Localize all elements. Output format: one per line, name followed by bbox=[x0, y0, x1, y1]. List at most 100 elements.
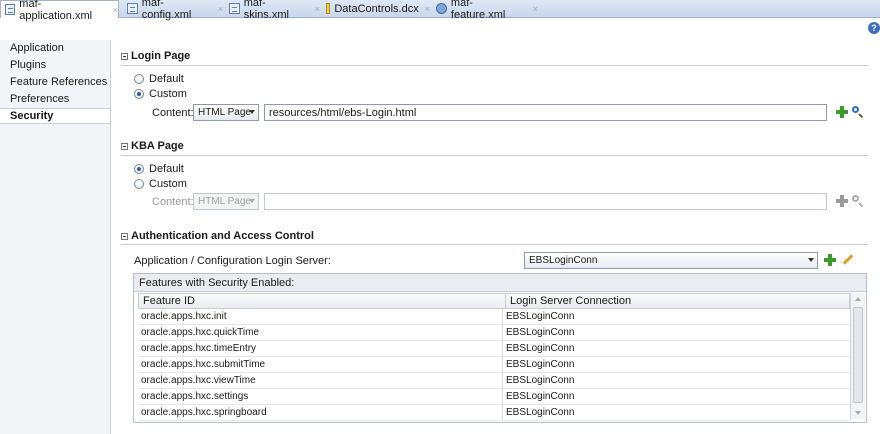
add-icon[interactable] bbox=[836, 195, 848, 207]
tab-maf-application[interactable]: maf-application.xml × bbox=[0, 0, 119, 22]
sidebar: Application Plugins Feature References P… bbox=[0, 40, 111, 434]
login-content-input[interactable]: resources/html/ebs-Login.html bbox=[264, 104, 827, 121]
editor-tab-bar: maf-application.xml × maf-config.xml × m… bbox=[0, 0, 880, 22]
radio-label: Custom bbox=[149, 88, 187, 100]
close-icon[interactable]: × bbox=[425, 4, 430, 14]
xml-file-icon bbox=[127, 3, 138, 14]
table-row[interactable]: oracle.apps.hxc.submitTime EBSLoginConn bbox=[138, 357, 850, 373]
kba-page-header[interactable]: KBA Page bbox=[121, 140, 184, 152]
sidebar-item-plugins[interactable]: Plugins bbox=[10, 59, 46, 71]
data-controls-icon bbox=[326, 3, 331, 14]
add-icon[interactable] bbox=[824, 254, 836, 266]
tab-maf-feature[interactable]: maf-feature.xml × bbox=[432, 0, 538, 21]
sidebar-item-preferences[interactable]: Preferences bbox=[10, 93, 69, 105]
tab-label: maf-feature.xml bbox=[450, 0, 506, 21]
login-content-type-select[interactable]: HTML Page bbox=[193, 104, 259, 121]
xml-file-icon bbox=[229, 3, 240, 14]
sidebar-item-application[interactable]: Application bbox=[10, 42, 64, 54]
cell-login-server: EBSLoginConn bbox=[502, 389, 850, 404]
cell-login-server: EBSLoginConn bbox=[502, 309, 850, 324]
collapse-icon[interactable] bbox=[121, 232, 128, 240]
column-header-login-server[interactable]: Login Server Connection bbox=[505, 294, 849, 308]
add-icon[interactable] bbox=[836, 106, 848, 118]
kba-content-type-select[interactable]: HTML Page bbox=[193, 193, 259, 210]
cell-login-server: EBSLoginConn bbox=[502, 325, 850, 340]
table-scrollbar[interactable] bbox=[850, 293, 865, 419]
cell-feature-id: oracle.apps.hxc.settings bbox=[141, 391, 249, 402]
cell-feature-id: oracle.apps.hxc.init bbox=[141, 311, 227, 322]
help-icon[interactable]: ? bbox=[868, 22, 880, 34]
kba-content-input[interactable] bbox=[264, 193, 827, 210]
radio-icon bbox=[134, 179, 144, 189]
login-server-select[interactable]: EBSLoginConn bbox=[524, 252, 818, 269]
scroll-up-icon[interactable] bbox=[855, 297, 861, 301]
section-title: Login Page bbox=[131, 50, 191, 62]
table-row[interactable]: oracle.apps.hxc.settings EBSLoginConn bbox=[138, 389, 850, 405]
cell-feature-id: oracle.apps.hxc.submitTime bbox=[141, 359, 266, 370]
chevron-down-icon bbox=[249, 199, 255, 203]
sidebar-item-security[interactable]: Security bbox=[0, 108, 110, 124]
table-row[interactable]: oracle.apps.hxc.springboard EBSLoginConn bbox=[138, 405, 850, 421]
edit-icon[interactable] bbox=[841, 253, 853, 265]
divider bbox=[121, 244, 868, 245]
kba-content-label: Content: bbox=[152, 196, 194, 208]
radio-icon bbox=[134, 164, 144, 174]
cell-feature-id: oracle.apps.hxc.quickTime bbox=[141, 327, 260, 338]
close-icon[interactable]: × bbox=[113, 5, 118, 15]
cell-login-server: EBSLoginConn bbox=[502, 341, 850, 356]
cell-login-server: EBSLoginConn bbox=[502, 373, 850, 388]
radio-icon bbox=[134, 74, 144, 84]
column-header-feature-id[interactable]: Feature ID bbox=[139, 294, 505, 308]
radio-label: Custom bbox=[149, 178, 187, 190]
scroll-thumb[interactable] bbox=[853, 307, 863, 403]
table-header: Feature ID Login Server Connection bbox=[138, 293, 850, 309]
login-default-radio[interactable]: Default bbox=[134, 73, 184, 85]
search-icon[interactable] bbox=[852, 106, 864, 118]
close-icon[interactable]: × bbox=[315, 4, 320, 14]
kba-default-radio[interactable]: Default bbox=[134, 163, 184, 175]
login-custom-radio[interactable]: Custom bbox=[134, 88, 187, 100]
radio-label: Default bbox=[149, 73, 184, 85]
close-icon[interactable]: × bbox=[533, 4, 538, 14]
close-icon[interactable]: × bbox=[218, 4, 223, 14]
kba-custom-radio[interactable]: Custom bbox=[134, 178, 187, 190]
section-title: KBA Page bbox=[131, 140, 184, 152]
cell-feature-id: oracle.apps.hxc.timeEntry bbox=[141, 343, 257, 354]
xml-file-icon bbox=[5, 4, 16, 15]
select-value: EBSLoginConn bbox=[529, 255, 598, 266]
table-row[interactable]: oracle.apps.hxc.timeEntry EBSLoginConn bbox=[138, 341, 850, 357]
divider bbox=[121, 65, 868, 66]
search-icon[interactable] bbox=[852, 195, 864, 207]
radio-label: Default bbox=[149, 163, 184, 175]
cell-login-server: EBSLoginConn bbox=[502, 405, 850, 420]
table-row[interactable]: oracle.apps.hxc.quickTime EBSLoginConn bbox=[138, 325, 850, 341]
tab-label: maf-config.xml bbox=[141, 0, 192, 21]
auth-header[interactable]: Authentication and Access Control bbox=[121, 230, 314, 242]
cell-feature-id: oracle.apps.hxc.springboard bbox=[141, 407, 267, 418]
tab-datacontrols[interactable]: DataControls.dcx × bbox=[322, 0, 430, 17]
sidebar-item-feature-references[interactable]: Feature References bbox=[10, 76, 107, 88]
feature-file-icon bbox=[436, 3, 447, 14]
select-value: HTML Page bbox=[198, 107, 251, 118]
chevron-down-icon bbox=[808, 258, 814, 262]
divider bbox=[121, 155, 868, 156]
radio-icon bbox=[134, 89, 144, 99]
tab-maf-skins[interactable]: maf-skins.xml × bbox=[225, 0, 320, 21]
tab-maf-config[interactable]: maf-config.xml × bbox=[123, 0, 223, 21]
features-table: Features with Security Enabled: Feature … bbox=[133, 273, 867, 423]
table-row[interactable]: oracle.apps.hxc.init EBSLoginConn bbox=[138, 309, 850, 325]
login-page-header[interactable]: Login Page bbox=[121, 50, 190, 62]
select-value: HTML Page bbox=[198, 196, 251, 207]
cell-login-server: EBSLoginConn bbox=[502, 357, 850, 372]
cell-feature-id: oracle.apps.hxc.viewTime bbox=[141, 375, 256, 386]
section-title: Authentication and Access Control bbox=[131, 230, 314, 242]
login-server-label: Application / Configuration Login Server… bbox=[134, 255, 331, 267]
tab-label: maf-skins.xml bbox=[243, 0, 289, 21]
scroll-down-icon[interactable] bbox=[855, 411, 861, 415]
collapse-icon[interactable] bbox=[121, 142, 128, 150]
input-value: resources/html/ebs-Login.html bbox=[269, 106, 417, 119]
table-row[interactable]: oracle.apps.hxc.viewTime EBSLoginConn bbox=[138, 373, 850, 389]
collapse-icon[interactable] bbox=[121, 52, 128, 60]
table-caption: Features with Security Enabled: bbox=[134, 274, 866, 292]
tab-label: DataControls.dcx bbox=[334, 2, 419, 15]
